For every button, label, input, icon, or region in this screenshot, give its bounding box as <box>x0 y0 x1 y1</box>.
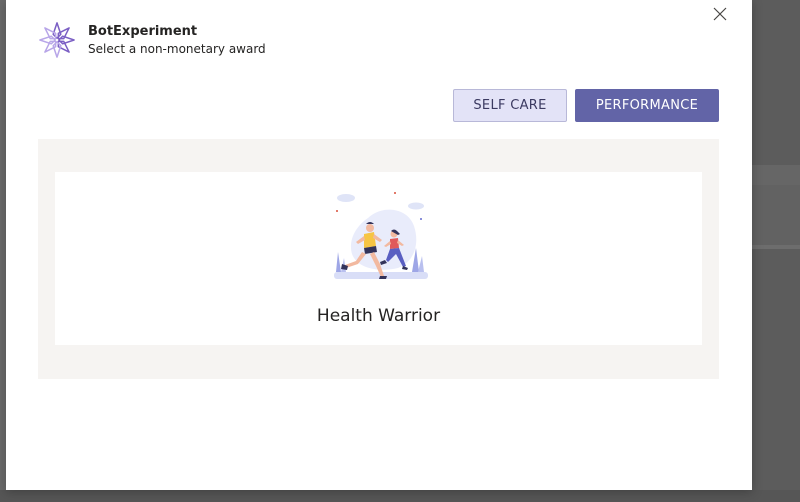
app-name: BotExperiment <box>88 24 198 39</box>
backdrop-band <box>752 165 800 185</box>
award-name: Health Warrior <box>316 306 441 326</box>
app-logo-icon <box>39 22 75 58</box>
runners-illustration-icon <box>334 192 428 279</box>
backdrop-band <box>752 185 800 245</box>
backdrop-right-panel <box>752 0 800 502</box>
dialog-subtitle: Select a non-monetary award <box>88 42 266 56</box>
award-category-tabs: SELF CARE PERFORMANCE <box>453 89 719 122</box>
title-block: BotExperiment Select a non-monetary awar… <box>88 23 266 57</box>
dialog-header: BotExperiment Select a non-monetary awar… <box>38 20 266 60</box>
close-icon <box>713 7 727 21</box>
tab-performance[interactable]: PERFORMANCE <box>575 89 719 122</box>
award-card-health-warrior[interactable]: Health Warrior <box>55 172 702 345</box>
award-dialog: BotExperiment Select a non-monetary awar… <box>6 0 752 490</box>
tab-self-care[interactable]: SELF CARE <box>453 89 567 122</box>
backdrop-band <box>752 245 800 249</box>
close-button[interactable] <box>710 4 730 24</box>
awards-panel: Health Warrior <box>38 139 719 379</box>
backdrop-bottom-strip <box>0 490 800 502</box>
